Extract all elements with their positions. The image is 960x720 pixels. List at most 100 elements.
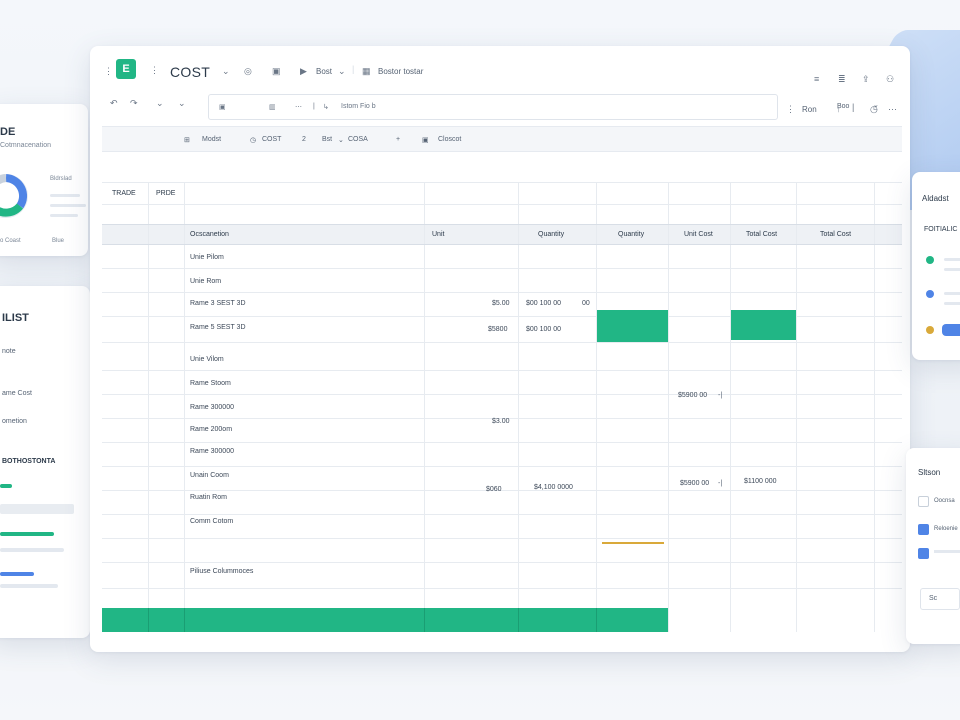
chevron-down-icon[interactable]: ⌄ [178, 98, 186, 109]
drag-handle-icon[interactable]: ⋮ [104, 66, 113, 77]
history-icon[interactable]: ◎ [244, 66, 252, 77]
toolbar-button[interactable]: Bost [316, 67, 332, 76]
cell-unit-cost[interactable]: $5900 00 [680, 480, 709, 487]
sheet-tab[interactable]: COSA [348, 136, 368, 143]
more-icon[interactable]: ⋯ [888, 104, 897, 115]
option-placeholder-line [934, 550, 960, 553]
left-list-panel: ILIST note ame Cost ometion BOTHOSTONTA [0, 286, 90, 638]
column-header[interactable]: Unit Cost [684, 231, 713, 238]
filter-icon[interactable]: ≣ [838, 74, 846, 85]
highlighted-cell[interactable] [731, 310, 796, 340]
donut-segment-blue [5, 174, 28, 209]
cell-unit[interactable]: $5800 [488, 326, 507, 333]
grid-icon[interactable]: ▦ [362, 66, 371, 77]
grip-icon[interactable]: ⋮ [150, 65, 159, 76]
cell-extra[interactable]: 00 [582, 300, 590, 307]
cell-description[interactable]: Rame 300000 [190, 448, 234, 455]
panel-title: Aldadst [922, 194, 949, 203]
chevron-down-icon[interactable]: ⌄ [156, 98, 164, 109]
toolbar-label[interactable]: Ron [802, 105, 817, 114]
column-header[interactable]: Ocscanetion [190, 231, 229, 238]
cell-description[interactable]: Unie Pilom [190, 254, 224, 261]
column-header[interactable]: Unit [432, 231, 444, 238]
comment-icon[interactable]: ▣ [422, 136, 429, 144]
add-icon[interactable]: + [396, 136, 400, 143]
undo-icon[interactable]: ↶ [110, 98, 118, 109]
legend-pill[interactable] [942, 324, 960, 336]
arrow-up-icon[interactable]: ↑ [836, 104, 841, 114]
highlighted-cell[interactable] [597, 310, 668, 342]
spreadsheet-grid[interactable]: TRADE PRDE Ocscanetion Unit Quantity Qua… [102, 152, 902, 634]
panel-subtitle: FOITIALIC [924, 226, 958, 233]
cell-description[interactable]: Piliuse Colummoces [190, 568, 253, 575]
cell-unit[interactable]: $5.00 [492, 300, 510, 307]
column-header[interactable]: Total Cost [820, 231, 851, 238]
cell-description[interactable]: Rame 300000 [190, 404, 234, 411]
list-item[interactable]: ometion [2, 418, 27, 425]
legend-bar [50, 204, 86, 207]
total-row-highlight[interactable] [102, 608, 668, 632]
checkbox-checked[interactable] [918, 548, 929, 559]
progress-track [0, 584, 58, 588]
cell-description[interactable]: Rame 3 SEST 3D [190, 300, 246, 307]
legend-line [944, 292, 960, 295]
clock-icon[interactable]: ◷ [870, 104, 878, 115]
cell-unit[interactable]: $060 [486, 486, 502, 493]
option-label: Oocnsa [934, 498, 955, 504]
formula-bar[interactable]: ▣ ▥ ⋯ | ↳ Istom Fio b Boo ⌄ [208, 94, 879, 120]
cell-description[interactable]: Rame 200om [190, 426, 232, 433]
function-icon[interactable]: ▥ [269, 103, 276, 111]
cell-quantity[interactable]: $4,100 0000 [534, 484, 573, 491]
small-icon[interactable]: ⋯ [295, 103, 302, 111]
list-item[interactable]: ame Cost [2, 390, 32, 397]
cell-description[interactable]: Rame 5 SEST 3D [190, 324, 246, 331]
chevron-down-icon[interactable]: ⌄ [338, 66, 346, 77]
legend-line [944, 302, 960, 305]
cell-description[interactable]: Comm Cotom [190, 518, 233, 525]
separator: | [352, 64, 355, 74]
cell-quantity[interactable]: $00 100 00 [526, 326, 561, 333]
legend-dot-blue [926, 290, 934, 298]
save-icon[interactable]: ▣ [272, 66, 281, 77]
options-select[interactable]: Sc [920, 588, 960, 610]
grip-icon[interactable]: ⋮ [786, 104, 795, 115]
toolbar-button[interactable]: Bostor tostar [378, 67, 423, 76]
cell-total-cost[interactable]: $1100 000 [744, 478, 777, 485]
cell-ref-icon[interactable]: ▣ [219, 103, 226, 111]
column-header[interactable]: Quantity [618, 231, 644, 238]
cell-description[interactable]: Unie Rom [190, 278, 221, 285]
checkbox-checked[interactable] [918, 524, 929, 535]
checkbox-unchecked[interactable] [918, 496, 929, 507]
document-title[interactable]: COST [170, 64, 210, 80]
sheet-tab[interactable]: 2 [302, 136, 306, 143]
chevron-down-icon[interactable]: ⌄ [222, 66, 230, 77]
list-icon[interactable]: ≡ [814, 74, 819, 84]
cell-description[interactable]: Unain Coom [190, 472, 229, 479]
formula-text[interactable]: Istom Fio b [341, 103, 376, 110]
sheet-tab[interactable]: Modst [202, 136, 221, 143]
sheet-tab[interactable]: Closcot [438, 136, 461, 143]
cell-description[interactable]: Unie Vilom [190, 356, 224, 363]
share-icon[interactable]: ⇪ [862, 74, 870, 85]
sheet-tab[interactable]: Bst [322, 136, 332, 143]
sheet-tab[interactable]: COST [262, 136, 281, 143]
cell-description[interactable]: Ruatin Rom [190, 494, 227, 501]
format-select[interactable]: Boo ⌄ [837, 99, 893, 117]
play-icon[interactable]: ▶ [300, 66, 307, 77]
cell-unit-cost[interactable]: $5900 00 [678, 392, 707, 399]
arrow-icon[interactable]: ↳ [323, 103, 329, 111]
column-header[interactable]: Quantity [538, 231, 564, 238]
panel-title: ILIST [2, 312, 29, 324]
clock-icon[interactable]: ◷ [250, 136, 256, 144]
title-toolbar: ⋮ E ⋮ COST ⌄ ◎ ▣ ▶ Bost ⌄ | ▦ Bostor tos… [90, 46, 910, 94]
user-icon[interactable]: ⚇ [886, 74, 894, 85]
redo-icon[interactable]: ↷ [130, 98, 138, 109]
cell-unit[interactable]: $3.00 [492, 418, 510, 425]
list-item[interactable]: note [2, 348, 16, 355]
chevron-down-icon[interactable]: ⌄ [338, 136, 344, 144]
cell-quantity[interactable]: $00 100 00 [526, 300, 561, 307]
column-header[interactable]: Total Cost [746, 231, 777, 238]
add-sheet-icon[interactable]: ⊞ [184, 136, 190, 144]
cell-description[interactable]: Rame Stoom [190, 380, 231, 387]
legend-bar [50, 214, 78, 217]
